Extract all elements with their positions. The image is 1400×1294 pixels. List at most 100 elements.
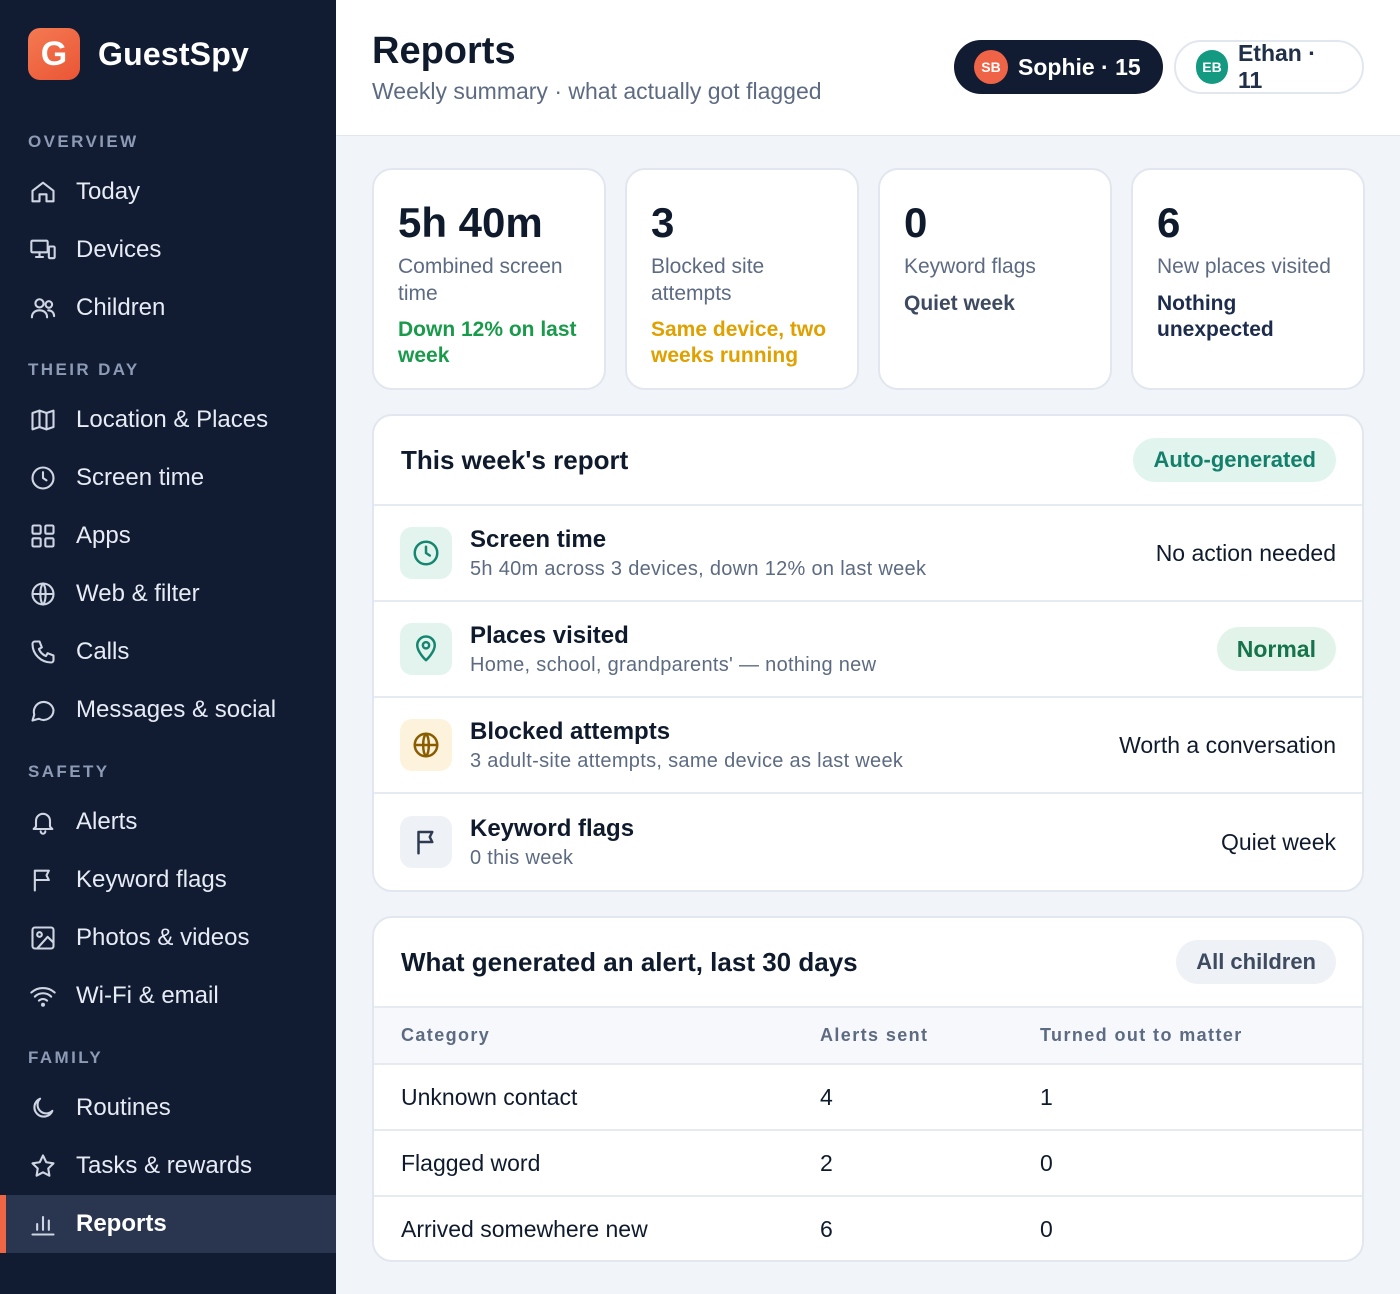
avatar: EB	[1196, 50, 1228, 84]
sidebar-item-wifi-email[interactable]: Wi-Fi & email	[0, 967, 336, 1025]
image-icon	[28, 923, 58, 953]
clock-icon	[28, 463, 58, 493]
bar-chart-icon	[28, 1209, 58, 1239]
page-header: Reports Weekly summary · what actually g…	[336, 0, 1400, 136]
grid-icon	[28, 521, 58, 551]
sidebar-item-label: Keyword flags	[76, 866, 227, 893]
sidebar-item-label: Messages & social	[76, 696, 277, 723]
report-row-detail: Home, school, grandparents' — nothing ne…	[470, 653, 877, 676]
sidebar-item-children[interactable]: Children	[0, 279, 336, 337]
report-row-detail: 0 this week	[470, 846, 574, 869]
devices-icon	[28, 235, 58, 265]
child-chip-sophie[interactable]: SB Sophie · 15	[954, 40, 1163, 94]
report-row-places[interactable]: Places visited Home, school, grandparent…	[374, 602, 1362, 698]
report-row-keywords[interactable]: Keyword flags 0 this week Quiet week	[374, 794, 1362, 890]
alerts-table-panel: What generated an alert, last 30 days Al…	[372, 916, 1364, 1262]
sidebar-item-tasks[interactable]: Tasks & rewards	[0, 1137, 336, 1195]
sidebar-item-label: Apps	[76, 522, 131, 549]
nav-section-safety: SAFETY	[28, 762, 110, 781]
sidebar-item-apps[interactable]: Apps	[0, 507, 336, 565]
table-row[interactable]: Arrived somewhere new 6 0	[374, 1196, 1362, 1260]
all-children-filter[interactable]: All children	[1176, 940, 1336, 984]
clock-icon	[400, 527, 452, 579]
stat-label: Combined screen time	[398, 255, 563, 305]
stat-note: Quiet week	[904, 291, 1015, 315]
flag-icon	[400, 816, 452, 868]
child-chip-label: Ethan · 11	[1237, 40, 1316, 93]
alerts-table-title: What generated an alert, last 30 days	[401, 946, 858, 977]
stat-value: 6	[1157, 199, 1181, 246]
sidebar-item-label: Location & Places	[76, 406, 269, 433]
report-row-title: Blocked attempts	[470, 717, 671, 745]
column-header[interactable]: Category	[374, 1008, 820, 1065]
child-chip-ethan[interactable]: EB Ethan · 11	[1174, 40, 1364, 94]
home-icon	[28, 177, 58, 207]
report-row-status: Worth a conversation	[1119, 731, 1336, 758]
sidebar-item-screen-time[interactable]: Screen time	[0, 449, 336, 507]
sidebar-item-routines[interactable]: Routines	[0, 1079, 336, 1137]
stat-card-new-places[interactable]: 6 New places visited Nothing unexpected	[1131, 168, 1365, 390]
stat-value: 5h 40m	[398, 199, 543, 246]
report-row-detail: 3 adult-site attempts, same device as la…	[470, 749, 904, 772]
sidebar-item-label: Calls	[76, 638, 130, 665]
sidebar-item-messages[interactable]: Messages & social	[0, 681, 336, 739]
report-row-status: Quiet week	[1220, 828, 1336, 855]
alerts-table: Category Alerts sent Turned out to matte…	[374, 1008, 1362, 1260]
stat-value: 3	[651, 199, 675, 246]
brand-logo: G	[28, 28, 80, 80]
sidebar-item-label: Wi-Fi & email	[76, 982, 219, 1009]
stat-note: Same device, two weeks running	[651, 317, 827, 368]
sidebar-item-web-filter[interactable]: Web & filter	[0, 565, 336, 623]
sidebar-item-label: Reports	[76, 1210, 167, 1237]
sidebar-item-calls[interactable]: Calls	[0, 623, 336, 681]
phone-icon	[28, 637, 58, 667]
stat-card-keyword-flags[interactable]: 0 Keyword flags Quiet week	[878, 168, 1112, 390]
stat-card-blocked-sites[interactable]: 3 Blocked site attempts Same device, two…	[625, 168, 859, 390]
sidebar-item-devices[interactable]: Devices	[0, 221, 336, 279]
column-header[interactable]: Turned out to matter	[1040, 1008, 1362, 1065]
sidebar-item-label: Routines	[76, 1094, 171, 1121]
table-cell: Flagged word	[374, 1130, 820, 1197]
table-row[interactable]: Unknown contact 4 1	[374, 1064, 1362, 1131]
nav-section-their-day: THEIR DAY	[28, 360, 140, 379]
sidebar-item-label: Photos & videos	[76, 924, 250, 951]
sidebar-item-location[interactable]: Location & Places	[0, 391, 336, 449]
moon-icon	[28, 1093, 58, 1123]
weekly-report-title: This week's report	[401, 444, 629, 475]
column-header[interactable]: Alerts sent	[820, 1008, 1040, 1065]
nav-section-overview: OVERVIEW	[28, 132, 139, 151]
sidebar-item-label: Alerts	[76, 808, 138, 835]
sidebar: G GuestSpy OVERVIEW Today Devices Childr…	[0, 0, 336, 1294]
sidebar-item-reports[interactable]: Reports	[0, 1195, 336, 1253]
report-row-detail: 5h 40m across 3 devices, down 12% on las…	[470, 557, 927, 580]
globe-icon	[400, 719, 452, 771]
stat-value: 0	[904, 199, 928, 246]
table-cell: 2	[820, 1130, 1040, 1197]
table-row[interactable]: Flagged word 2 0	[374, 1130, 1362, 1197]
report-row-title: Screen time	[470, 525, 607, 553]
users-icon	[28, 293, 58, 323]
flag-icon	[28, 865, 58, 895]
status-badge: Normal	[1216, 627, 1336, 671]
report-row-status: No action needed	[1155, 539, 1336, 566]
stat-card-screen-time[interactable]: 5h 40m Combined screen time Down 12% on …	[372, 168, 606, 390]
auto-generated-badge: Auto-generated	[1133, 438, 1336, 482]
sidebar-item-today[interactable]: Today	[0, 163, 336, 221]
table-cell: 4	[820, 1064, 1040, 1131]
sidebar-item-label: Devices	[76, 236, 162, 263]
sidebar-item-keyword-flags[interactable]: Keyword flags	[0, 851, 336, 909]
brand-name: GuestSpy	[98, 35, 249, 72]
brand[interactable]: G GuestSpy	[28, 28, 249, 80]
star-icon	[28, 1151, 58, 1181]
sidebar-item-label: Screen time	[76, 464, 205, 491]
chat-icon	[28, 695, 58, 725]
page-subtitle: Weekly summary · what actually got flagg…	[372, 78, 822, 104]
sidebar-item-photos[interactable]: Photos & videos	[0, 909, 336, 967]
stat-label: New places visited	[1157, 255, 1331, 279]
report-row-screen-time[interactable]: Screen time 5h 40m across 3 devices, dow…	[374, 506, 1362, 602]
report-row-blocked[interactable]: Blocked attempts 3 adult-site attempts, …	[374, 698, 1362, 794]
report-row-title: Keyword flags	[470, 814, 635, 842]
sidebar-item-label: Tasks & rewards	[76, 1152, 253, 1179]
avatar: SB	[974, 50, 1008, 84]
sidebar-item-alerts[interactable]: Alerts	[0, 793, 336, 851]
